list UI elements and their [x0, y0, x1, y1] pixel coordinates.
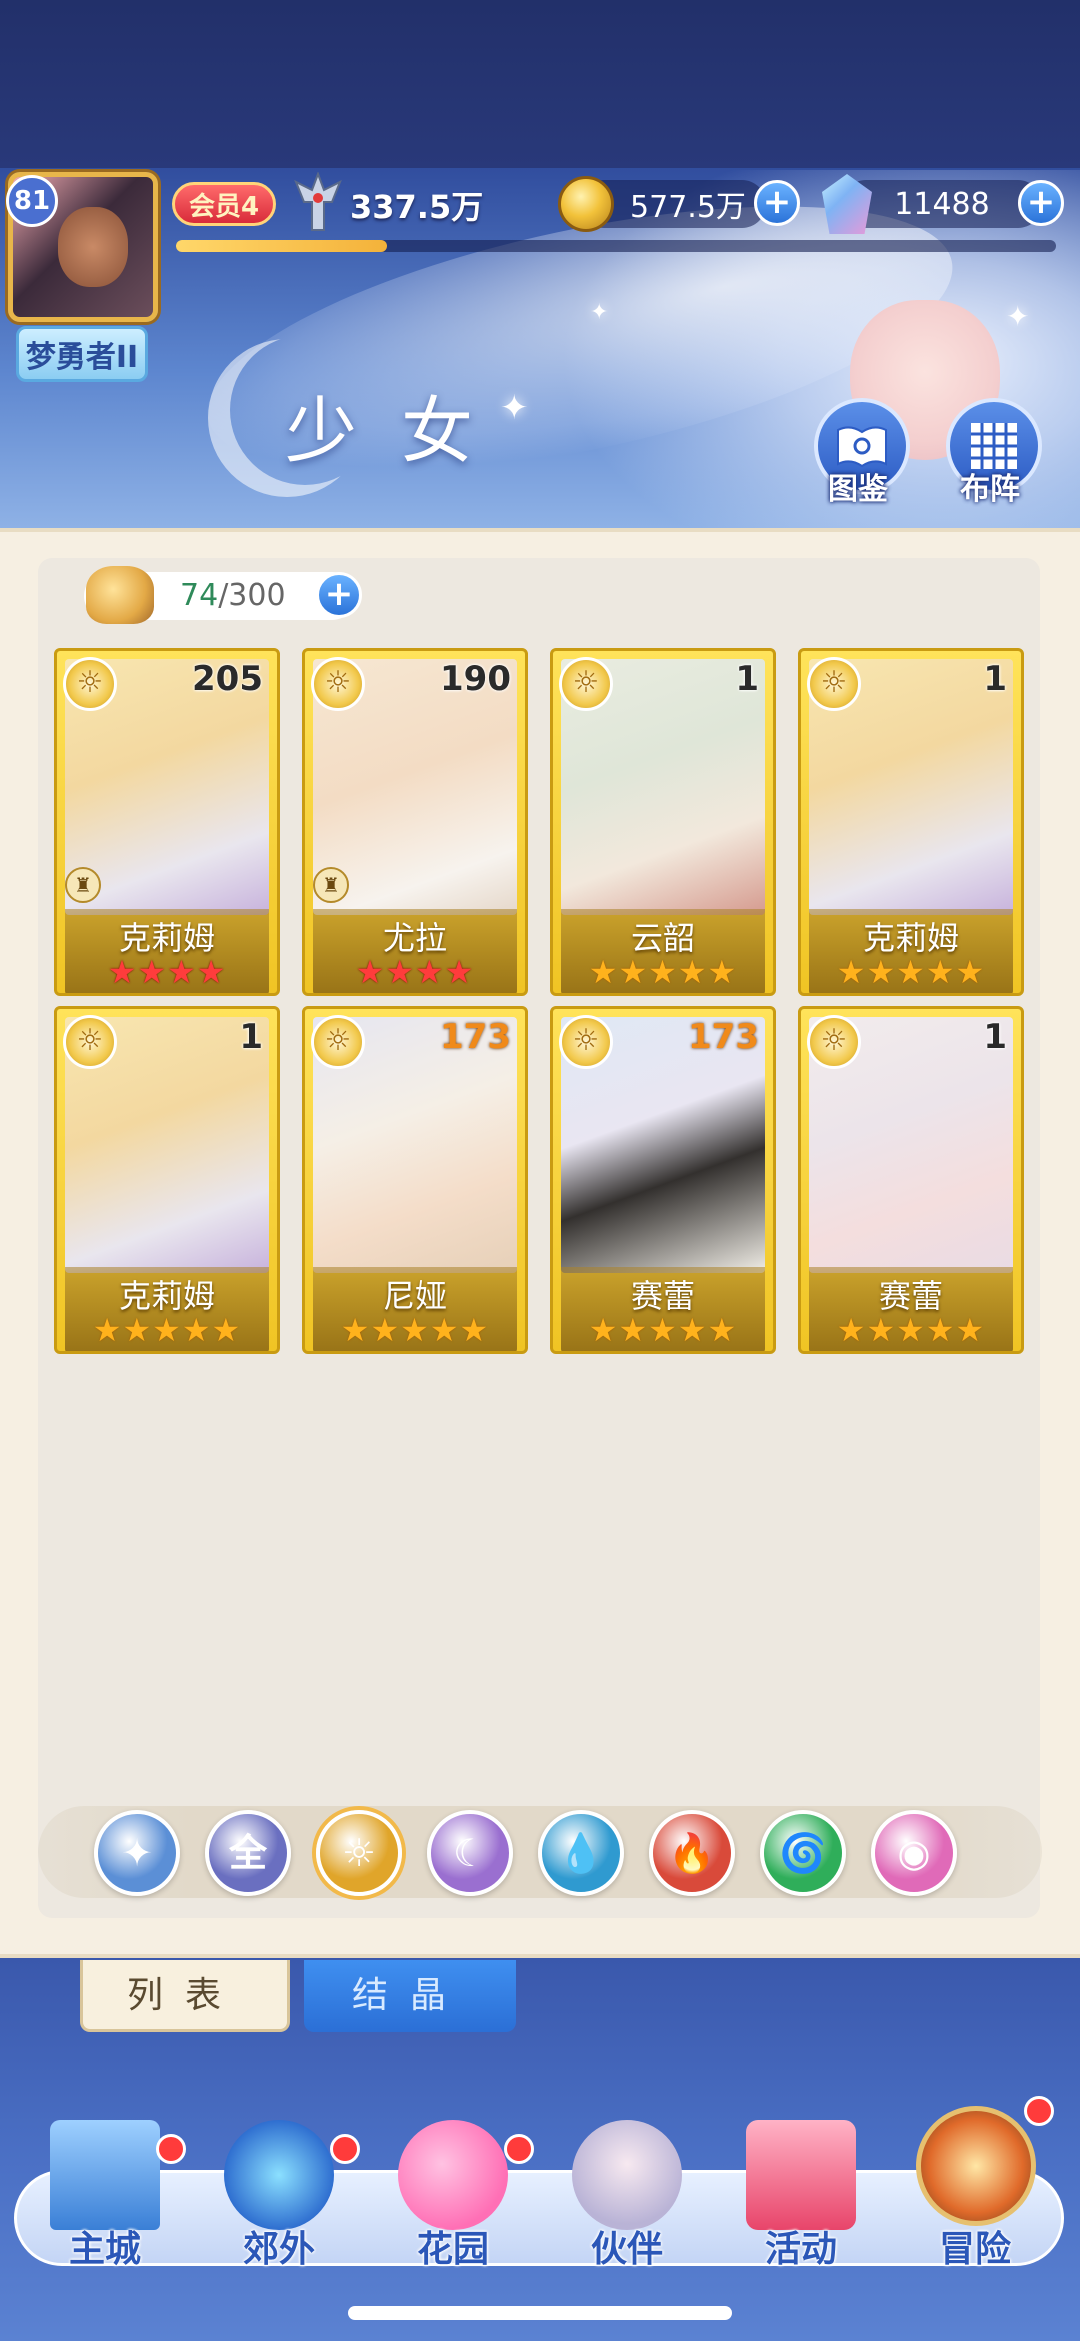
- add-crystal-button[interactable]: +: [1018, 180, 1064, 226]
- character-level: 205: [192, 659, 263, 699]
- light-element-icon: ☼: [559, 1015, 613, 1069]
- star-rating: ★★★★★: [836, 953, 986, 991]
- nav-item-1[interactable]: 郊外: [204, 2120, 360, 2280]
- book-icon: [837, 426, 887, 468]
- avatar-face: [58, 207, 128, 287]
- filter-moon-button[interactable]: ☾: [427, 1810, 513, 1896]
- character-level: 1: [983, 659, 1007, 699]
- nav-label: 冒险: [938, 2229, 1011, 2270]
- experience-bar-fill: [176, 240, 388, 252]
- filter-wind-button[interactable]: 🌀: [760, 1810, 846, 1896]
- castle-icon: [50, 2120, 160, 2230]
- nav-item-0[interactable]: 主城: [30, 2120, 186, 2280]
- character-level: 1: [983, 1017, 1007, 1057]
- light-element-icon: ☼: [807, 657, 861, 711]
- notification-dot: [156, 2134, 186, 2164]
- star-rating: ★★★★★: [836, 1311, 986, 1349]
- player-level-badge: 81: [6, 175, 58, 227]
- partner-icon: [572, 2120, 682, 2230]
- character-card[interactable]: ☼ 1 云韶 ★★★★★: [550, 648, 776, 996]
- nav-label: 郊外: [242, 2229, 315, 2270]
- compass-icon: [916, 2106, 1036, 2226]
- character-card[interactable]: ☼ 1 克莉姆 ★★★★★: [798, 648, 1024, 996]
- star-rating: ★★★★: [355, 953, 475, 991]
- light-element-icon: ☼: [63, 657, 117, 711]
- notification-dot: [1024, 2096, 1054, 2126]
- notification-dot: [504, 2134, 534, 2164]
- light-element-icon: ☼: [311, 1015, 365, 1069]
- character-card[interactable]: ☼ 173 赛蕾 ★★★★★: [550, 1006, 776, 1354]
- star-rating: ★★★★★: [340, 1311, 490, 1349]
- filter-light-button[interactable]: ☼: [316, 1810, 402, 1896]
- heart-icon: [398, 2120, 508, 2230]
- character-card[interactable]: ☼ 205 ♜ 克莉姆 ★★★★: [54, 648, 280, 996]
- nav-item-4[interactable]: 活动: [726, 2120, 876, 2280]
- notification-dot: [330, 2134, 360, 2164]
- add-gold-button[interactable]: +: [754, 180, 800, 226]
- tab-crystal[interactable]: 结晶: [304, 1960, 516, 2032]
- gold-coin-icon: [558, 176, 614, 232]
- home-indicator[interactable]: [348, 2306, 732, 2320]
- roster-count-current: 74: [180, 578, 219, 613]
- character-level: 173: [688, 1017, 759, 1057]
- character-level: 190: [440, 659, 511, 699]
- status-bar-area: [0, 0, 1080, 168]
- filter-water-button[interactable]: 💧: [538, 1810, 624, 1896]
- nav-label: 伙伴: [590, 2229, 663, 2270]
- sparkle-icon: ✦: [590, 300, 609, 325]
- crystal-value: 11488: [894, 186, 990, 222]
- star-rating: ★★★★★: [92, 1311, 242, 1349]
- star-rating: ★★★★★: [588, 1311, 738, 1349]
- nav-item-2[interactable]: 花园: [378, 2120, 534, 2280]
- expand-roster-button[interactable]: +: [316, 572, 362, 618]
- roster-count-max: /300: [218, 578, 286, 613]
- star-rating: ★★★★: [107, 953, 227, 991]
- character-level: 1: [735, 659, 759, 699]
- filter-orbit-button[interactable]: ◉: [871, 1810, 957, 1896]
- player-title-badge[interactable]: 梦勇者II: [16, 326, 148, 382]
- sparkle-icon: ✦: [1006, 300, 1030, 333]
- light-element-icon: ☼: [63, 1015, 117, 1069]
- filter-fire-button[interactable]: 🔥: [649, 1810, 735, 1896]
- character-card[interactable]: ☼ 1 克莉姆 ★★★★★: [54, 1006, 280, 1354]
- character-level: 173: [440, 1017, 511, 1057]
- character-card[interactable]: ☼ 173 尼娅 ★★★★★: [302, 1006, 528, 1354]
- light-element-icon: ☼: [311, 657, 365, 711]
- roster-count-icon: [86, 566, 154, 624]
- illustrated-book-label: 图鉴: [828, 472, 888, 507]
- light-element-icon: ☼: [559, 657, 613, 711]
- character-card[interactable]: ☼ 1 赛蕾 ★★★★★: [798, 1006, 1024, 1354]
- experience-bar: [176, 240, 1056, 252]
- nav-label: 花园: [416, 2229, 489, 2270]
- nav-item-3[interactable]: 伙伴: [552, 2120, 702, 2280]
- page-title: 少女: [285, 389, 518, 473]
- character-card[interactable]: ☼ 190 ♜ 尤拉 ★★★★: [302, 648, 528, 996]
- light-element-icon: ☼: [807, 1015, 861, 1069]
- combat-power-icon: [294, 172, 342, 231]
- formation-label: 布阵: [960, 472, 1020, 507]
- star-rating: ★★★★★: [588, 953, 738, 991]
- gold-value: 577.5万: [630, 190, 746, 225]
- nav-item-5[interactable]: 冒险: [900, 2096, 1054, 2280]
- portal-icon: [224, 2120, 334, 2230]
- role-rook-icon: ♜: [65, 867, 101, 903]
- character-level: 1: [239, 1017, 263, 1057]
- gift-icon: [746, 2120, 856, 2230]
- tab-list[interactable]: 列表: [80, 1960, 290, 2032]
- filter-all-button[interactable]: 全: [205, 1810, 291, 1896]
- nav-label: 活动: [764, 2229, 837, 2270]
- vip-badge[interactable]: 会员4: [172, 182, 276, 226]
- crystal-display: 11488: [842, 180, 1042, 228]
- role-rook-icon: ♜: [313, 867, 349, 903]
- filter-star-button[interactable]: ✦: [94, 1810, 180, 1896]
- nav-label: 主城: [68, 2229, 141, 2270]
- roster-count: 74/300: [180, 578, 286, 613]
- combat-power-value: 337.5万: [350, 188, 484, 226]
